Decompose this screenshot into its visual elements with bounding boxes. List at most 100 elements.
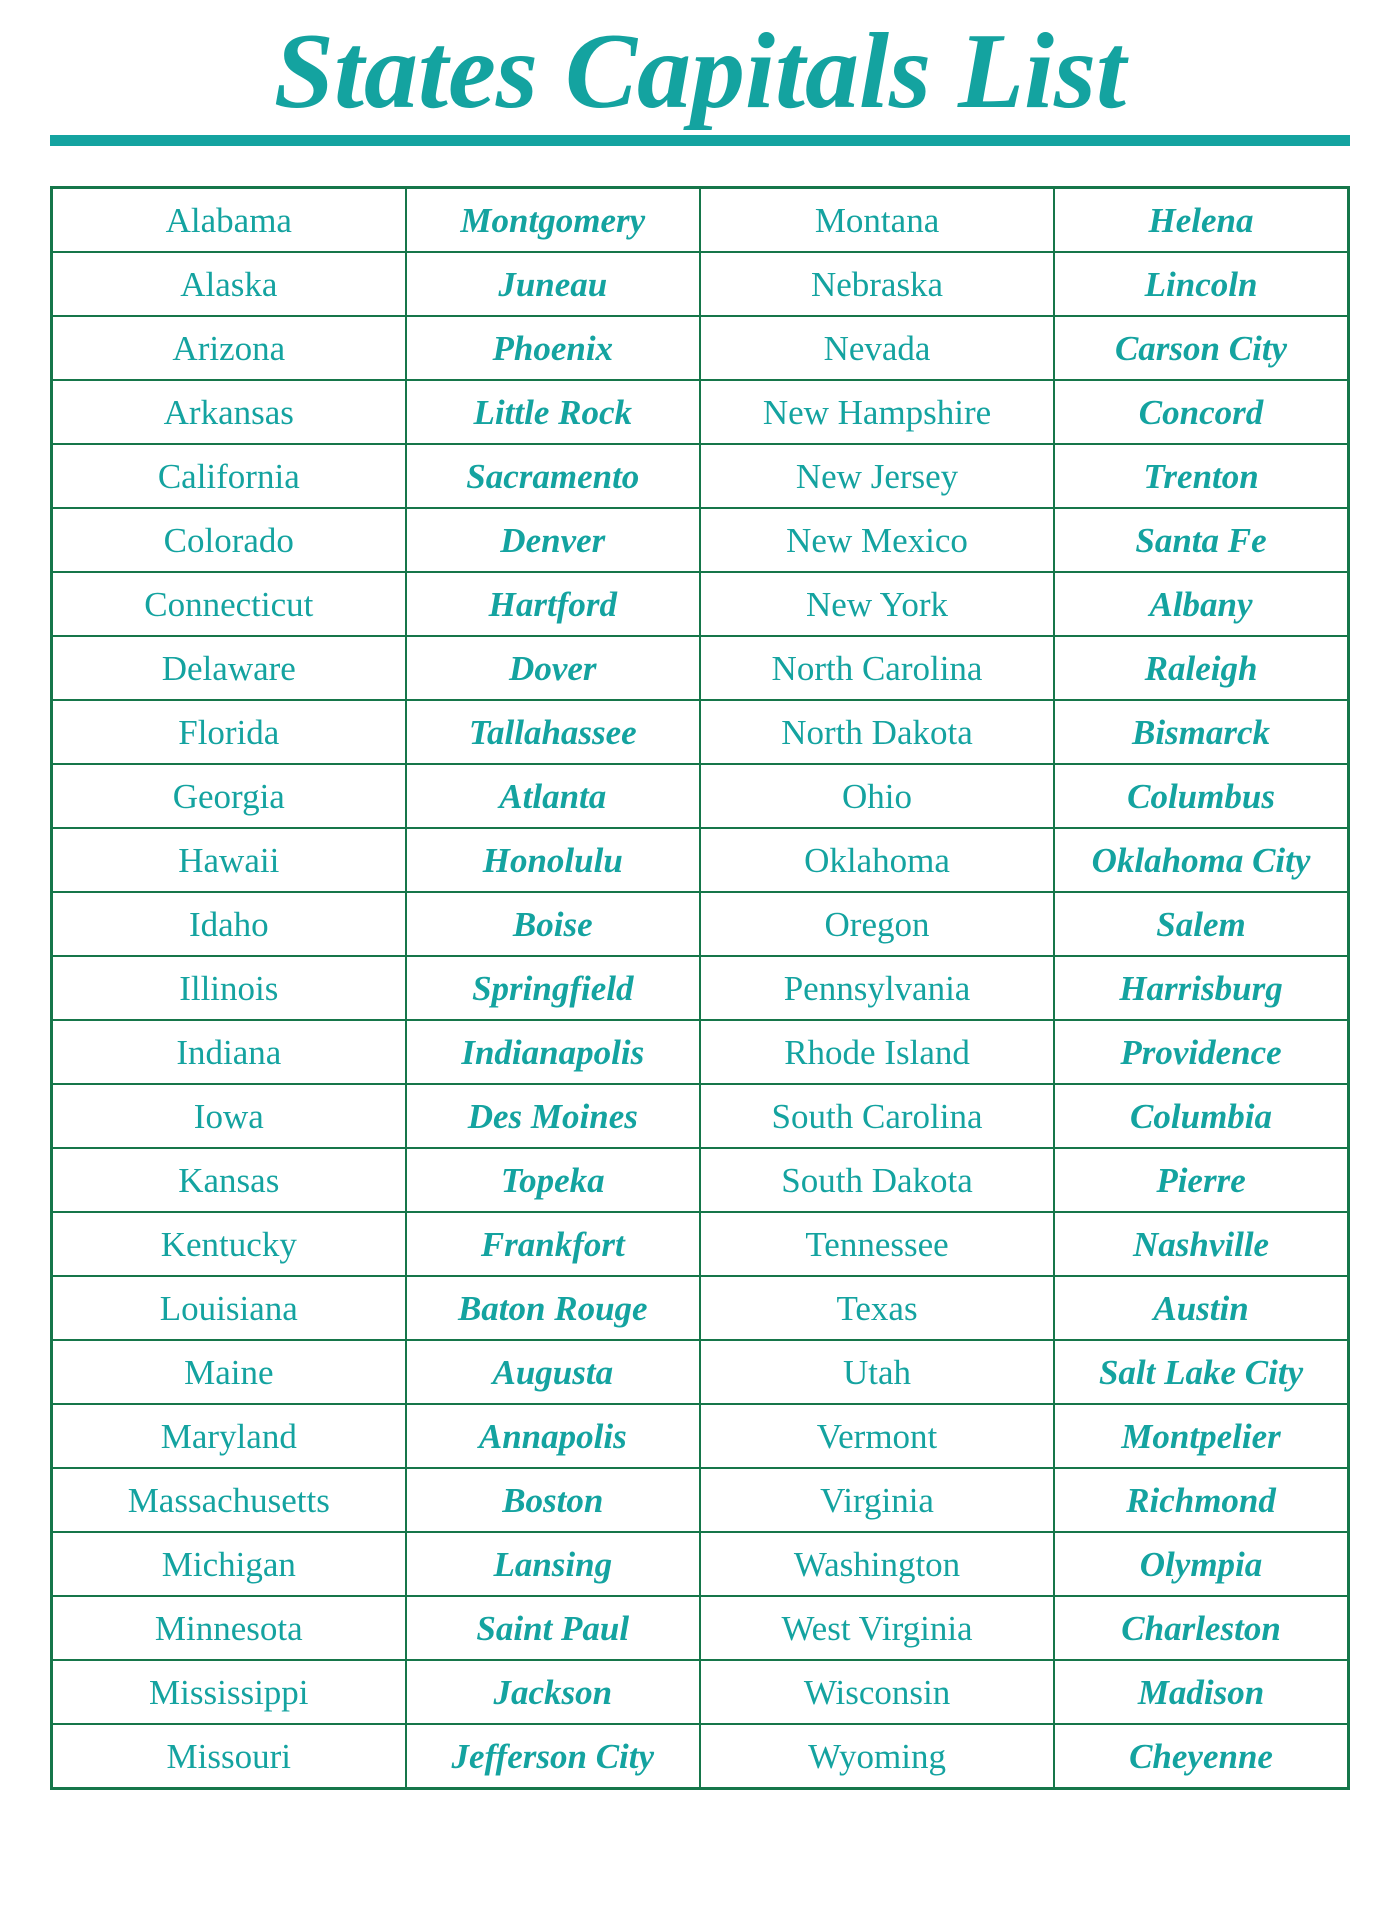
table-row: Alabama Montgomery Montana Helena bbox=[49, 186, 1351, 253]
cell-capital-right: Columbia bbox=[1053, 1083, 1351, 1149]
cell-capital-right: Salem bbox=[1053, 891, 1351, 957]
cell-state-right: North Dakota bbox=[698, 699, 1056, 765]
cell-state-right: Oregon bbox=[698, 891, 1056, 957]
cell-capital-left: Frankfort bbox=[404, 1211, 701, 1277]
table-row: Arkansas Little Rock New Hampshire Concord bbox=[49, 379, 1351, 445]
cell-state-left: Colorado bbox=[49, 507, 407, 573]
cell-state-right: Wisconsin bbox=[698, 1659, 1056, 1725]
cell-capital-left: Springfield bbox=[404, 955, 701, 1021]
cell-capital-left: Jefferson City bbox=[404, 1723, 701, 1790]
cell-state-right: South Carolina bbox=[698, 1083, 1056, 1149]
cell-state-left: Louisiana bbox=[49, 1275, 407, 1341]
cell-capital-right: Montpelier bbox=[1053, 1403, 1351, 1469]
cell-state-left: Georgia bbox=[49, 763, 407, 829]
cell-capital-left: Saint Paul bbox=[404, 1595, 701, 1661]
table-body: Alabama Montgomery Montana Helena Alaska June… bbox=[49, 186, 1351, 1790]
cell-state-left: Massachusetts bbox=[49, 1467, 407, 1533]
page-title: States Capitals List bbox=[273, 12, 1127, 131]
table-row: Delaware Dover North Carolina Raleigh bbox=[49, 635, 1351, 701]
cell-state-left: Kentucky bbox=[49, 1211, 407, 1277]
title-block: States Capitals List bbox=[50, 12, 1350, 146]
cell-capital-left: Little Rock bbox=[404, 379, 701, 445]
cell-capital-left: Sacramento bbox=[404, 443, 701, 509]
cell-state-right: Vermont bbox=[698, 1403, 1056, 1469]
cell-capital-right: Albany bbox=[1053, 571, 1351, 637]
cell-state-right: New Hampshire bbox=[698, 379, 1056, 445]
cell-state-left: Arizona bbox=[49, 315, 407, 381]
cell-state-right: Washington bbox=[698, 1531, 1056, 1597]
cell-capital-right: Lincoln bbox=[1053, 251, 1351, 317]
cell-capital-left: Augusta bbox=[404, 1339, 701, 1405]
cell-capital-left: Boise bbox=[404, 891, 701, 957]
cell-state-left: Connecticut bbox=[49, 571, 407, 637]
table-row: Louisiana Baton Rouge Texas Austin bbox=[49, 1275, 1351, 1341]
cell-capital-right: Raleigh bbox=[1053, 635, 1351, 701]
cell-capital-left: Lansing bbox=[404, 1531, 701, 1597]
cell-capital-right: Charleston bbox=[1053, 1595, 1351, 1661]
cell-capital-right: Bismarck bbox=[1053, 699, 1351, 765]
cell-capital-right: Santa Fe bbox=[1053, 507, 1351, 573]
cell-capital-left: Hartford bbox=[404, 571, 701, 637]
table-row: Arizona Phoenix Nevada Carson City bbox=[49, 315, 1351, 381]
cell-capital-right: Providence bbox=[1053, 1019, 1351, 1085]
cell-capital-left: Honolulu bbox=[404, 827, 701, 893]
table-row: Florida Tallahassee North Dakota Bismarck bbox=[49, 699, 1351, 765]
cell-state-right: Ohio bbox=[698, 763, 1056, 829]
cell-state-left: Iowa bbox=[49, 1083, 407, 1149]
table-row: Iowa Des Moines South Carolina Columbia bbox=[49, 1083, 1351, 1149]
cell-capital-right: Austin bbox=[1053, 1275, 1351, 1341]
cell-capital-right: Carson City bbox=[1053, 315, 1351, 381]
cell-state-right: Nebraska bbox=[698, 251, 1056, 317]
cell-capital-left: Boston bbox=[404, 1467, 701, 1533]
cell-state-left: Kansas bbox=[49, 1147, 407, 1213]
cell-state-right: Oklahoma bbox=[698, 827, 1056, 893]
cell-capital-left: Indianapolis bbox=[404, 1019, 701, 1085]
cell-state-left: Idaho bbox=[49, 891, 407, 957]
table-row: California Sacramento New Jersey Trenton bbox=[49, 443, 1351, 509]
cell-capital-left: Topeka bbox=[404, 1147, 701, 1213]
table-row: Maine Augusta Utah Salt Lake City bbox=[49, 1339, 1351, 1405]
table-row: Kentucky Frankfort Tennessee Nashville bbox=[49, 1211, 1351, 1277]
cell-state-left: Missouri bbox=[49, 1723, 407, 1790]
cell-capital-right: Oklahoma City bbox=[1053, 827, 1351, 893]
cell-state-left: California bbox=[49, 443, 407, 509]
cell-capital-right: Richmond bbox=[1053, 1467, 1351, 1533]
cell-state-right: North Carolina bbox=[698, 635, 1056, 701]
cell-capital-left: Jackson bbox=[404, 1659, 701, 1725]
table-row: Georgia Atlanta Ohio Columbus bbox=[49, 763, 1351, 829]
cell-state-left: Illinois bbox=[49, 955, 407, 1021]
cell-state-right: Nevada bbox=[698, 315, 1056, 381]
cell-capital-left: Des Moines bbox=[404, 1083, 701, 1149]
title-underline-rule bbox=[50, 134, 1350, 146]
cell-capital-left: Phoenix bbox=[404, 315, 701, 381]
cell-state-left: Indiana bbox=[49, 1019, 407, 1085]
cell-capital-left: Dover bbox=[404, 635, 701, 701]
cell-state-right: South Dakota bbox=[698, 1147, 1056, 1213]
cell-capital-right: Trenton bbox=[1053, 443, 1351, 509]
cell-state-right: Virginia bbox=[698, 1467, 1056, 1533]
cell-capital-right: Olympia bbox=[1053, 1531, 1351, 1597]
table-row: Missouri Jefferson City Wyoming Cheyenne bbox=[49, 1723, 1351, 1790]
cell-capital-left: Baton Rouge bbox=[404, 1275, 701, 1341]
table-row: Massachusetts Boston Virginia Richmond bbox=[49, 1467, 1351, 1533]
cell-capital-right: Helena bbox=[1053, 186, 1351, 253]
cell-capital-right: Salt Lake City bbox=[1053, 1339, 1351, 1405]
cell-state-right: New York bbox=[698, 571, 1056, 637]
cell-capital-left: Juneau bbox=[404, 251, 701, 317]
cell-state-left: Mississippi bbox=[49, 1659, 407, 1725]
table-row: Hawaii Honolulu Oklahoma Oklahoma City bbox=[49, 827, 1351, 893]
cell-state-left: Maryland bbox=[49, 1403, 407, 1469]
cell-capital-left: Atlanta bbox=[404, 763, 701, 829]
table-row: Michigan Lansing Washington Olympia bbox=[49, 1531, 1351, 1597]
cell-state-left: Delaware bbox=[49, 635, 407, 701]
cell-state-right: Rhode Island bbox=[698, 1019, 1056, 1085]
table-row: Kansas Topeka South Dakota Pierre bbox=[49, 1147, 1351, 1213]
cell-state-right: West Virginia bbox=[698, 1595, 1056, 1661]
cell-capital-right: Harrisburg bbox=[1053, 955, 1351, 1021]
table-row: Mississippi Jackson Wisconsin Madison bbox=[49, 1659, 1351, 1725]
cell-state-left: Michigan bbox=[49, 1531, 407, 1597]
cell-state-right: Montana bbox=[698, 186, 1056, 253]
cell-state-right: Pennsylvania bbox=[698, 955, 1056, 1021]
cell-state-right: Tennessee bbox=[698, 1211, 1056, 1277]
cell-state-right: New Jersey bbox=[698, 443, 1056, 509]
